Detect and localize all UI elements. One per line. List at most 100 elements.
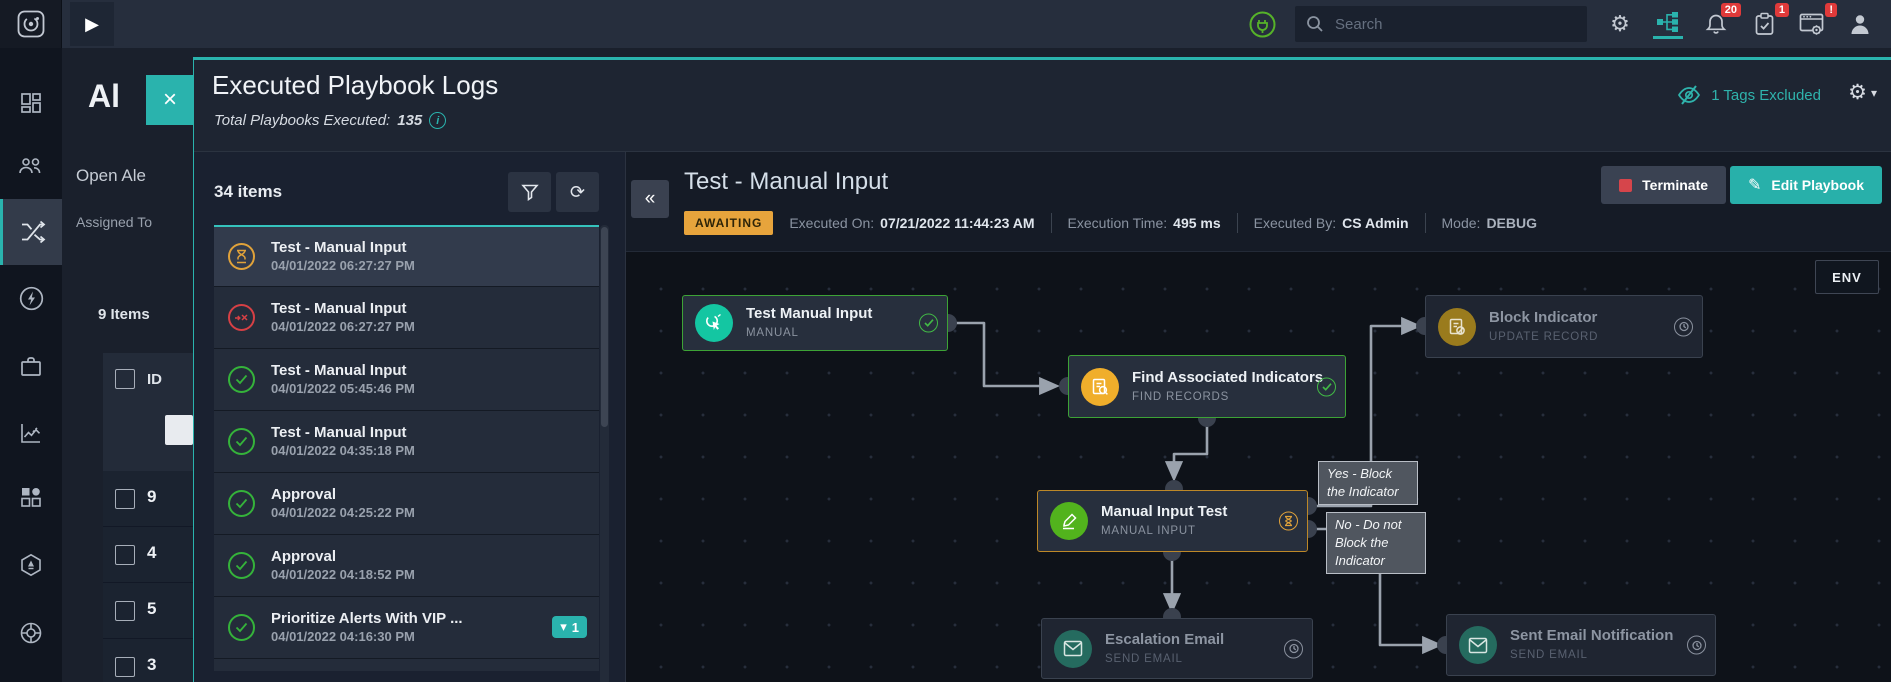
sidebar-item-reports[interactable] (0, 405, 62, 461)
execution-detail-panel: « Test - Manual Input AWAITING Executed … (626, 152, 1891, 682)
sidebar-item-teams[interactable] (0, 137, 62, 193)
playbook-node-escalation-email[interactable]: Escalation EmailSEND EMAIL (1041, 618, 1313, 679)
playbook-node-find-associated-indicators[interactable]: Find Associated IndicatorsFIND RECORDS (1068, 355, 1346, 418)
notifications-bell-icon[interactable]: 20 (1701, 9, 1731, 39)
search-input[interactable] (1333, 15, 1563, 34)
edge-label-no: No - Do not Block the Indicator (1326, 512, 1426, 574)
tags-excluded-label: 1 Tags Excluded (1711, 87, 1821, 104)
node-title: Block Indicator (1489, 309, 1597, 326)
filter-button[interactable] (508, 172, 551, 212)
app-logo[interactable] (0, 0, 62, 48)
sidebar-item-solutions[interactable] (0, 537, 62, 593)
eye-off-icon (1677, 84, 1701, 106)
success-status-icon (1317, 377, 1336, 396)
total-playbooks-value: 135 (397, 112, 422, 129)
table-row[interactable]: 3 (103, 639, 193, 682)
briefcase-icon (19, 355, 43, 377)
user-avatar-icon[interactable] (1845, 9, 1875, 39)
list-scrollbar[interactable] (600, 225, 609, 682)
row-checkbox[interactable] (115, 601, 135, 621)
top-bar: ▶ ⚙ 20 1 (0, 0, 1891, 48)
grid-header: ID (103, 353, 193, 471)
id-column-filter-input[interactable] (165, 415, 193, 445)
modal-settings-control[interactable]: ⚙ ▾ (1848, 80, 1877, 105)
dashboard-icon (19, 91, 43, 115)
execution-list-item[interactable]: Test - Manual Input04/01/2022 06:27:27 P… (214, 225, 599, 287)
row-checkbox[interactable] (115, 657, 135, 677)
refresh-icon: ⟳ (570, 182, 585, 203)
tags-excluded-control[interactable]: 1 Tags Excluded (1677, 84, 1821, 106)
playbook-node-trigger[interactable]: Test Manual Input MANUAL (682, 295, 948, 351)
terminated-status-icon (228, 304, 255, 331)
sidebar-item-widgets[interactable] (0, 469, 62, 525)
info-icon[interactable]: i (429, 112, 446, 129)
app-window: ▶ ⚙ 20 1 (0, 0, 1891, 682)
system-settings-icon[interactable]: ! (1797, 9, 1827, 39)
meta-label: Execution Time: (1068, 215, 1168, 231)
execution-timestamp: 04/01/2022 04:25:22 PM (271, 505, 415, 520)
sidebar-item-dashboard[interactable] (0, 75, 62, 131)
people-icon (18, 154, 44, 176)
status-badge: AWAITING (684, 211, 773, 235)
meta-separator (1425, 213, 1426, 233)
list-count: 34 items (214, 182, 282, 202)
node-subtitle: MANUAL (746, 327, 799, 339)
node-title: Test Manual Input (746, 305, 872, 322)
executed-playbook-logs-modal: × Executed Playbook Logs Total Playbooks… (193, 57, 1891, 682)
scrollbar-thumb[interactable] (601, 227, 608, 427)
table-row[interactable]: 4 (103, 527, 193, 583)
table-row[interactable]: 5 (103, 583, 193, 639)
table-row[interactable]: 9 (103, 471, 193, 527)
sidebar-item-automation[interactable] (0, 270, 62, 326)
execution-list-item[interactable]: Prioritize Alerts With VIP ...04/01/2022… (214, 597, 599, 659)
approvals-clipboard-icon[interactable]: 1 (1749, 9, 1779, 39)
sidebar-item-playbooks-active[interactable] (0, 199, 62, 265)
shuffle-icon (20, 220, 46, 244)
success-status-icon (228, 428, 255, 455)
playbook-node-manual-input-test[interactable]: Manual Input TestMANUAL INPUT (1037, 490, 1308, 552)
execution-list-item[interactable]: Approval04/01/2022 04:25:22 PM (214, 473, 599, 535)
playbook-canvas[interactable]: ENV Yes - Block the Indicator No - Do no… (626, 251, 1891, 682)
edge-label-yes: Yes - Block the Indicator (1318, 461, 1418, 505)
execution-list-item[interactable]: Test - Manual Input04/01/2022 06:27:27 P… (214, 287, 599, 349)
refresh-button[interactable]: ⟳ (556, 172, 599, 212)
child-executions-badge[interactable]: ▾1 (552, 616, 587, 638)
connector-status-icon[interactable] (1247, 9, 1277, 39)
execution-list-item[interactable]: Test - Manual Input04/01/2022 04:35:18 P… (214, 411, 599, 473)
row-checkbox[interactable] (115, 545, 135, 565)
settings-gear-icon[interactable]: ⚙ (1605, 9, 1635, 39)
execution-meta-row: AWAITING Executed On: 07/21/2022 11:44:23… (684, 210, 1537, 236)
global-search[interactable] (1295, 6, 1587, 42)
select-all-checkbox[interactable] (115, 369, 135, 389)
email-icon (1459, 626, 1497, 664)
env-button[interactable]: ENV (1815, 260, 1879, 294)
modal-subtitle: Total Playbooks Executed: 135 i (214, 112, 446, 129)
execution-title: Test - Manual Input (271, 239, 407, 256)
close-button[interactable]: × (146, 75, 194, 125)
playbook-node-sent-email-notification[interactable]: Sent Email NotificationSEND EMAIL (1446, 614, 1716, 676)
meta-value: 07/21/2022 11:44:23 AM (880, 215, 1034, 231)
sidebar-item-help[interactable] (0, 605, 62, 661)
success-status-icon (228, 552, 255, 579)
meta-label: Executed On: (789, 215, 874, 231)
meta-label: Mode: (1442, 215, 1481, 231)
partial-list-item (214, 659, 599, 671)
playbooks-nav-icon[interactable] (1653, 9, 1683, 39)
edit-playbook-button[interactable]: ✎Edit Playbook (1730, 166, 1882, 204)
collapse-panel-button[interactable]: « (631, 180, 669, 218)
terminate-button[interactable]: Terminate (1601, 166, 1726, 204)
update-record-icon (1438, 308, 1476, 346)
modal-title: Executed Playbook Logs (212, 70, 498, 101)
sidebar-item-workspace[interactable] (0, 338, 62, 394)
execution-list-item[interactable]: Test - Manual Input04/01/2022 05:45:46 P… (214, 349, 599, 411)
row-checkbox[interactable] (115, 489, 135, 509)
execution-list-item[interactable]: Approval04/01/2022 04:18:52 PM (214, 535, 599, 597)
node-subtitle: UPDATE RECORD (1489, 331, 1598, 343)
run-playbook-button[interactable]: ▶ (70, 2, 114, 46)
meta-value: DEBUG (1486, 215, 1537, 231)
manual-trigger-icon (695, 304, 733, 342)
playbook-node-block-indicator[interactable]: Block Indicator UPDATE RECORD (1425, 295, 1703, 358)
open-alerts-tab[interactable]: Open Ale (76, 166, 146, 186)
execution-timestamp: 04/01/2022 04:16:30 PM (271, 629, 415, 644)
id-column-header[interactable]: ID (147, 371, 162, 388)
